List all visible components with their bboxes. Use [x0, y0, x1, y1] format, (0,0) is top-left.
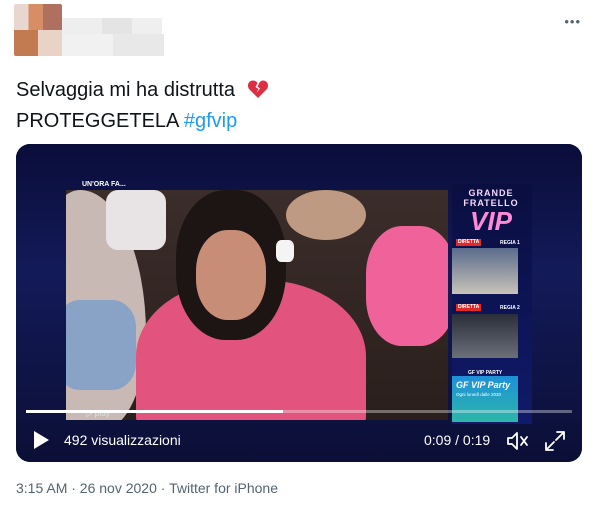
tweet-text-line2: PROTEGGETELA [16, 110, 184, 132]
tweet-line-2: PROTEGGETELA #gfvip [16, 107, 269, 135]
tweet-text: Selvaggia mi ha distrutta PROTEGGETELA #… [16, 76, 269, 135]
video-overlay-tag: UN'ORA FA... [82, 181, 126, 188]
hashtag-link[interactable]: #gfvip [184, 110, 237, 132]
diretta-badge-1: DIRETTA [456, 239, 482, 246]
view-count: 492 visualizzazioni [64, 432, 181, 448]
logo-grande-fratello: GRANDE FRATELLO [463, 188, 519, 208]
video-controls: 492 visualizzazioni 0:09 / 0:19 [16, 420, 582, 460]
video-frame[interactable]: UN'ORA FA... GRANDE FRATELLO VIP DIRETTA… [16, 144, 582, 462]
party-subtitle: Ogni lunedì dalle 2030 [456, 392, 502, 397]
party-title: GF VIP Party [456, 380, 511, 390]
regia-2-thumbnail [452, 314, 518, 358]
video-player[interactable]: UN'ORA FA... GRANDE FRATELLO VIP DIRETTA… [16, 144, 582, 462]
regia-2-label: REGIA 2 [500, 305, 520, 311]
regia-1-label: REGIA 1 [500, 240, 520, 246]
volume-muted-icon[interactable] [506, 430, 530, 452]
video-time: 0:09 / 0:19 [424, 432, 491, 448]
broken-heart-icon [247, 79, 269, 107]
progress-fill [26, 410, 283, 413]
tweet-line-1: Selvaggia mi ha distrutta [16, 76, 269, 107]
tweet-timestamp[interactable]: 3:15 AM · 26 nov 2020 · Twitter for iPho… [16, 480, 278, 496]
logo-vip: VIP [470, 206, 512, 236]
progress-bar[interactable] [26, 410, 572, 413]
fullscreen-icon[interactable] [544, 430, 566, 452]
diretta-badge-2: DIRETTA [456, 304, 482, 311]
avatar[interactable] [14, 4, 62, 56]
tweet-text-line1: Selvaggia mi ha distrutta [16, 79, 236, 101]
blurred-handle [62, 34, 164, 56]
more-options-icon[interactable]: ••• [564, 14, 581, 29]
regia-1-thumbnail [452, 248, 518, 294]
video-scene [66, 190, 448, 420]
play-icon[interactable] [32, 430, 50, 450]
gf-vip-party-card: GF VIP Party Ogni lunedì dalle 2030 [452, 376, 518, 422]
